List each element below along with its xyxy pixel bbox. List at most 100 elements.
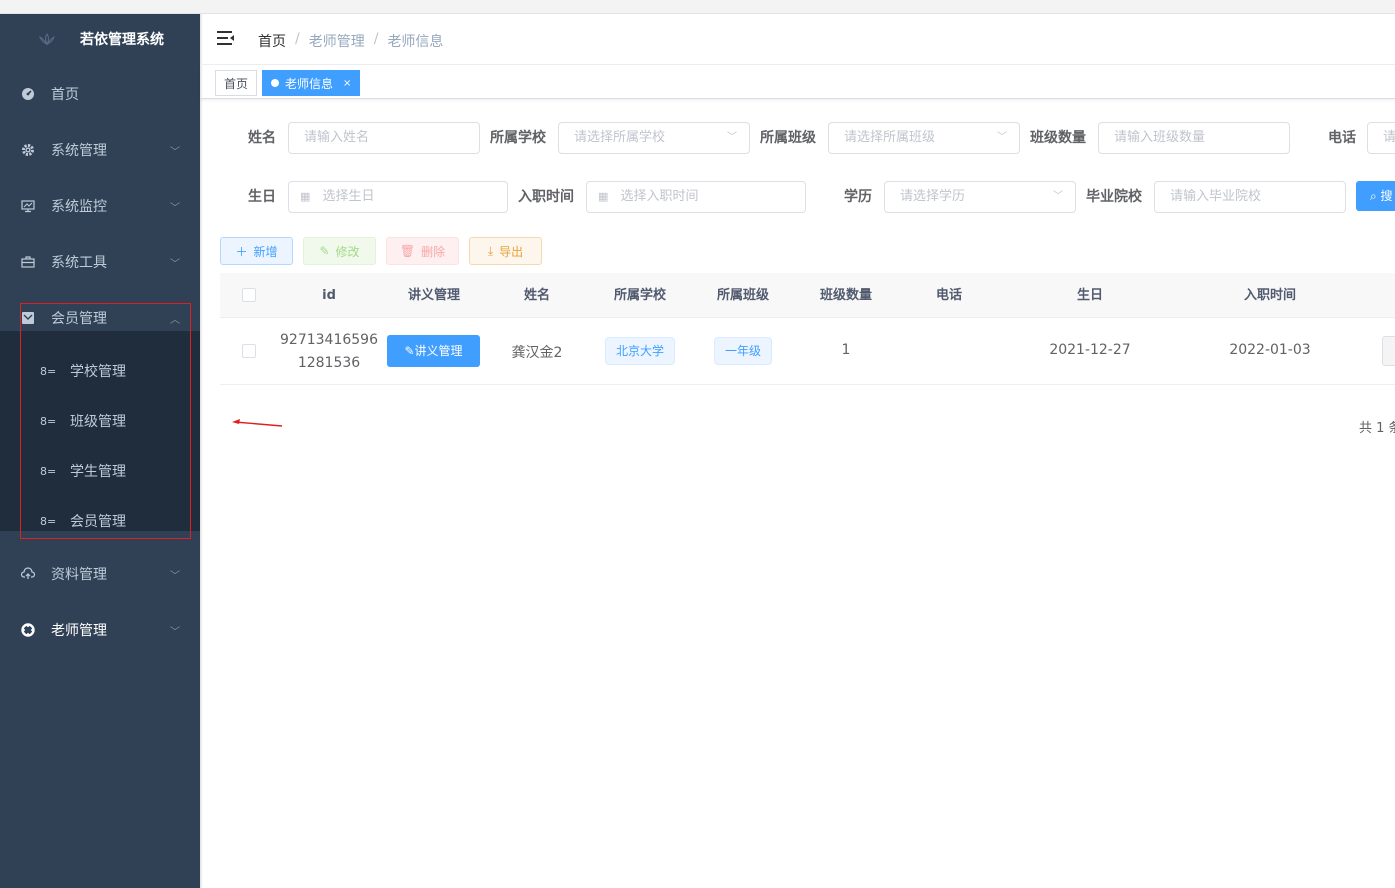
chevron-down-icon: ﹀ <box>170 570 180 582</box>
class-placeholder: 请选择所属班级 <box>844 130 936 145</box>
chevron-down-icon: ﹀ <box>170 626 180 638</box>
class-tag: 一年级 <box>714 337 773 365</box>
edit-button-label: 修改 <box>335 244 360 259</box>
chevron-down-icon: ﹀ <box>1053 191 1063 202</box>
name-label: 姓名 <box>248 130 276 146</box>
school-placeholder: 请选择所属学校 <box>574 130 666 145</box>
hire-date-picker[interactable]: ▦ 选择入职时间 <box>586 181 806 213</box>
tab-label: 首页 <box>224 76 249 91</box>
tab-teacher-info[interactable]: 老师信息 × <box>262 70 361 96</box>
education-label: 学历 <box>844 189 872 205</box>
delete-button[interactable]: 🗑 删除 <box>386 237 459 265</box>
menu-item-teacher[interactable]: 老师管理 ﹀ <box>0 602 200 658</box>
graduate-school-label: 毕业院校 <box>1086 189 1142 205</box>
column-header-phone[interactable]: 电话 <box>936 273 962 318</box>
column-header-handout[interactable]: 讲义管理 <box>408 273 460 318</box>
add-button[interactable]: ＋ 新增 <box>220 237 293 265</box>
name-input[interactable]: 请输入姓名 <box>288 122 480 154</box>
calendar-icon: ▦ <box>300 190 311 203</box>
monitor-icon <box>20 198 36 214</box>
class-count-placeholder: 请输入班级数量 <box>1114 130 1206 145</box>
select-all-checkbox[interactable] <box>242 288 256 302</box>
handout-button-label: 讲义管理 <box>414 344 463 358</box>
column-header-hire-date[interactable]: 入职时间 <box>1244 273 1296 318</box>
school-label: 所属学校 <box>490 130 546 146</box>
menu-label: 系统工具 <box>51 255 107 271</box>
logo[interactable]: 若依管理系统 <box>0 14 200 64</box>
cell-hire-date: 2022-01-03 <box>1229 342 1311 358</box>
menu-label: 首页 <box>51 87 79 103</box>
lifebuoy-icon <box>20 622 36 638</box>
edit-icon: ✎ <box>319 244 330 258</box>
cell-id-line1: 92713416596 <box>280 332 378 348</box>
menu-item-home[interactable]: 首页 <box>0 66 200 122</box>
edit-icon: ✎ <box>404 344 415 358</box>
trash-icon: 🗑 <box>399 244 416 258</box>
handout-management-button[interactable]: ✎讲义管理 <box>387 335 480 367</box>
education-select[interactable]: 请选择学历 ﹀ <box>884 181 1076 213</box>
edit-button[interactable]: ✎ 修改 <box>303 237 376 265</box>
class-count-input[interactable]: 请输入班级数量 <box>1098 122 1290 154</box>
add-button-label: 新增 <box>253 244 278 259</box>
phone-input[interactable]: 请 <box>1367 122 1395 154</box>
dashboard-icon <box>20 86 36 102</box>
education-placeholder: 请选择学历 <box>900 189 966 204</box>
cell-id: 92713416596 1281536 <box>280 329 378 375</box>
menu-label: 系统监控 <box>51 199 107 215</box>
menu-item-materials[interactable]: 资料管理 ﹀ <box>0 546 200 602</box>
column-header-school[interactable]: 所属学校 <box>614 273 666 318</box>
app-title: 若依管理系统 <box>80 32 164 48</box>
class-count-label: 班级数量 <box>1030 130 1086 146</box>
column-header-name[interactable]: 姓名 <box>524 273 550 318</box>
chevron-down-icon: ﹀ <box>170 146 180 158</box>
export-button[interactable]: ⤓ 导出 <box>469 237 542 265</box>
tab-home[interactable]: 首页 <box>215 70 258 96</box>
phone-placeholder: 请 <box>1383 130 1395 145</box>
close-icon[interactable]: × <box>343 78 351 89</box>
delete-button-label: 删除 <box>421 244 446 259</box>
cell-name: 龚汉金2 <box>511 345 563 361</box>
graduate-school-input[interactable]: 请输入毕业院校 <box>1154 181 1346 213</box>
app-window: 若依管理系统 首页 系统管理 ﹀ 系统监控 ﹀ 系统工具 ﹀ 会员管理 ︿ 8=… <box>0 0 1395 888</box>
breadcrumb-item-home[interactable]: 首页 <box>258 31 286 51</box>
menu-item-tools[interactable]: 系统工具 ﹀ <box>0 234 200 290</box>
cell-birthday: 2021-12-27 <box>1049 342 1131 358</box>
cell-id-line2: 1281536 <box>297 355 361 371</box>
menu-label: 资料管理 <box>51 567 107 583</box>
search-button[interactable]: ⌕ 搜 <box>1356 181 1395 211</box>
hamburger-icon[interactable] <box>217 31 234 46</box>
cell-class-count: 1 <box>841 342 851 358</box>
pagination-total: 共 1 条 <box>1359 421 1395 436</box>
menu-item-monitor[interactable]: 系统监控 ﹀ <box>0 178 200 234</box>
sidebar-shadow <box>200 14 203 888</box>
chevron-down-icon: ﹀ <box>997 132 1007 143</box>
active-dot-icon <box>271 79 279 87</box>
column-header-id[interactable]: id <box>322 273 336 318</box>
hire-date-label: 入职时间 <box>518 189 574 205</box>
school-select[interactable]: 请选择所属学校 ﹀ <box>558 122 750 154</box>
school-tag: 北京大学 <box>605 337 676 365</box>
breadcrumb: 首页 / 老师管理 / 老师信息 <box>258 31 443 51</box>
menu-label: 系统管理 <box>51 143 107 159</box>
cloud-upload-icon <box>20 566 36 582</box>
breadcrumb-separator: / <box>295 31 300 47</box>
row-action-button[interactable] <box>1382 336 1395 366</box>
search-button-label: 搜 <box>1380 189 1393 203</box>
phone-label: 电话 <box>1328 130 1356 146</box>
name-placeholder: 请输入姓名 <box>304 130 370 145</box>
export-button-label: 导出 <box>499 244 524 259</box>
gear-icon <box>20 142 36 158</box>
column-header-birthday[interactable]: 生日 <box>1077 273 1103 318</box>
annotation-arrow-icon <box>232 419 283 427</box>
column-header-class[interactable]: 所属班级 <box>717 273 769 318</box>
tags-view: 首页 老师信息 × <box>200 65 1395 99</box>
row-checkbox[interactable] <box>242 344 256 358</box>
birthday-date-picker[interactable]: ▦ 选择生日 <box>288 181 508 213</box>
menu-item-system[interactable]: 系统管理 ﹀ <box>0 122 200 178</box>
column-header-class-count[interactable]: 班级数量 <box>820 273 872 318</box>
toolbox-icon <box>20 254 36 270</box>
class-select[interactable]: 请选择所属班级 ﹀ <box>828 122 1020 154</box>
menu-label: 老师管理 <box>51 623 107 639</box>
table-row[interactable]: 92713416596 1281536 ✎讲义管理 龚汉金2 北京大学 一年级 … <box>220 318 1395 385</box>
breadcrumb-item-teacher-mgmt[interactable]: 老师管理 <box>309 31 365 51</box>
